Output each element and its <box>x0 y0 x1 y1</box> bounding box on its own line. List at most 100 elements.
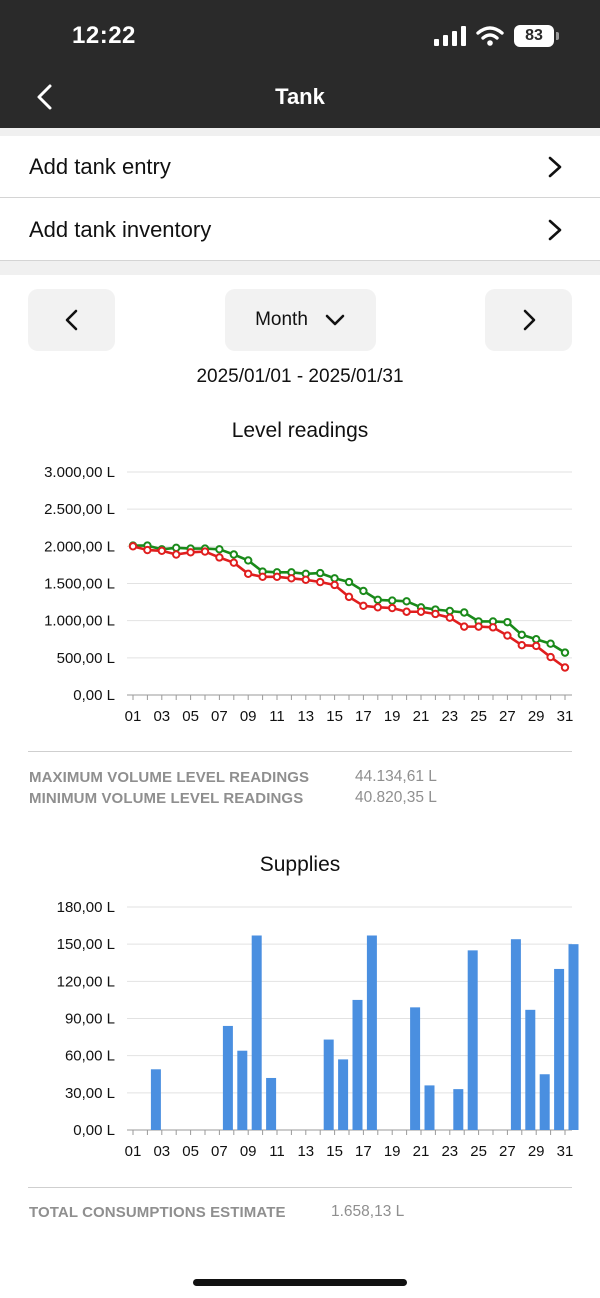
level-min-point <box>431 609 440 619</box>
level-min-point <box>359 601 368 611</box>
chevron-left-icon <box>65 309 77 331</box>
level-x-tick-label: 13 <box>297 708 314 725</box>
level-x-tick-label: 15 <box>326 708 343 725</box>
supplies-x-tick-label: 03 <box>153 1143 170 1160</box>
level-max-point <box>244 556 253 565</box>
supplies-chart: 180,00 L150,00 L120,00 L90,00 L60,00 L30… <box>57 899 579 1160</box>
level-max-point <box>460 608 469 617</box>
level-readings-chart: 3.000,00 L 2.500,00 L 2.000,00 L 1.500,00 L… <box>44 464 573 725</box>
period-select[interactable]: Month <box>225 289 376 351</box>
level-x-tick-label: 19 <box>384 708 401 725</box>
max-level-value: 44.134,61 L <box>355 768 437 785</box>
min-level-label: MINIMUM VOLUME LEVEL READINGS <box>29 790 304 807</box>
supplies-x-tick-label: 19 <box>384 1143 401 1160</box>
level-max-point <box>316 568 325 578</box>
supplies-bar <box>251 935 262 1130</box>
next-period-button[interactable] <box>485 289 572 351</box>
level-max-point <box>229 550 239 559</box>
level-min-point <box>344 592 354 602</box>
level-x-tick-label: 07 <box>211 708 228 725</box>
supplies-bar <box>525 1009 536 1130</box>
add-tank-entry-row[interactable]: Add tank entry <box>0 136 600 198</box>
level-min-point <box>244 569 253 579</box>
previous-period-button[interactable] <box>28 289 115 351</box>
level-max-point <box>344 577 354 587</box>
level-min-point <box>272 572 282 582</box>
supplies-bar <box>237 1050 248 1130</box>
level-min-point <box>388 603 397 613</box>
level-min-point <box>402 607 411 616</box>
status-time: 12:22 <box>72 22 136 49</box>
spacer <box>0 261 600 275</box>
supplies-x-tick-label: 25 <box>470 1143 487 1160</box>
divider <box>28 1187 572 1188</box>
supplies-x-tick-label: 07 <box>211 1143 228 1160</box>
supplies-x-tick-label: 27 <box>499 1143 516 1160</box>
supplies-y-tick-label: 60,00 L <box>65 1048 115 1065</box>
supplies-x-tick-label: 17 <box>355 1143 372 1160</box>
date-range-label: 2025/01/01 - 2025/01/31 <box>196 366 404 387</box>
supplies-bar <box>539 1074 550 1130</box>
chevron-right-icon <box>548 156 562 178</box>
supplies-y-tick-label: 180,00 L <box>57 899 115 916</box>
supplies-bar <box>323 1039 334 1130</box>
level-y-tick-label: 3.000,00 L <box>44 464 115 481</box>
supplies-x-tick-label: 23 <box>441 1143 458 1160</box>
level-min-point <box>474 622 483 631</box>
supplies-bar <box>424 1085 435 1130</box>
supplies-bar <box>453 1089 464 1130</box>
level-min-point <box>172 550 181 559</box>
level-min-point <box>445 613 454 622</box>
supplies-x-tick-label: 01 <box>125 1143 142 1160</box>
supplies-y-tick-label: 120,00 L <box>57 973 115 990</box>
level-min-point <box>128 542 138 551</box>
supplies-bar <box>568 944 579 1130</box>
level-max-point <box>532 635 541 644</box>
supplies-x-tick-label: 31 <box>557 1143 574 1160</box>
supplies-bar <box>150 1069 161 1130</box>
level-max-point <box>546 639 555 648</box>
supplies-x-tick-label: 21 <box>413 1143 430 1160</box>
supplies-x-tick-label: 05 <box>182 1143 199 1160</box>
level-max-point <box>373 595 382 605</box>
supplies-bar <box>467 950 478 1130</box>
level-x-tick-label: 09 <box>240 708 257 725</box>
battery-icon: 83 <box>514 25 559 47</box>
supplies-chart-title: Supplies <box>259 853 341 876</box>
min-level-value: 40.820,35 L <box>355 789 437 806</box>
level-x-tick-label: 03 <box>153 708 170 725</box>
level-x-tick-label: 21 <box>413 708 430 725</box>
chevron-right-icon <box>548 219 562 241</box>
cellular-signal-icon <box>434 26 466 46</box>
level-y-tick-label: 1.500,00 L <box>44 576 115 593</box>
supplies-bar <box>510 939 521 1130</box>
level-min-point <box>200 547 210 556</box>
wifi-icon <box>476 26 504 46</box>
level-min-point <box>373 603 382 612</box>
add-tank-inventory-row[interactable]: Add tank inventory <box>0 199 600 261</box>
consumption-label: TOTAL CONSUMPTIONS ESTIMATE <box>29 1204 286 1221</box>
supplies-bar <box>352 999 363 1130</box>
page-title: Tank <box>275 84 325 109</box>
level-x-tick-label: 01 <box>125 708 142 725</box>
level-max-point <box>172 543 181 553</box>
supplies-y-tick-label: 150,00 L <box>57 936 115 953</box>
level-max-point <box>215 545 224 554</box>
level-min-point <box>488 623 498 632</box>
add-tank-entry-label: Add tank entry <box>29 153 171 179</box>
chevron-right-icon <box>523 309 535 331</box>
supplies-y-tick-label: 90,00 L <box>65 1011 115 1028</box>
divider <box>28 751 572 752</box>
level-chart-title: Level readings <box>231 419 369 442</box>
level-x-tick-label: 27 <box>499 708 516 725</box>
level-min-point <box>258 572 267 582</box>
level-max-point <box>359 586 368 596</box>
level-x-tick-label: 05 <box>182 708 199 725</box>
spacer <box>0 128 600 136</box>
level-x-tick-label: 17 <box>355 708 372 725</box>
level-min-point <box>143 545 152 555</box>
level-min-point <box>301 575 310 584</box>
top-bar: 12:22 83 Tank <box>0 0 600 128</box>
status-icons: 83 <box>434 22 559 50</box>
level-min-point <box>215 553 224 562</box>
